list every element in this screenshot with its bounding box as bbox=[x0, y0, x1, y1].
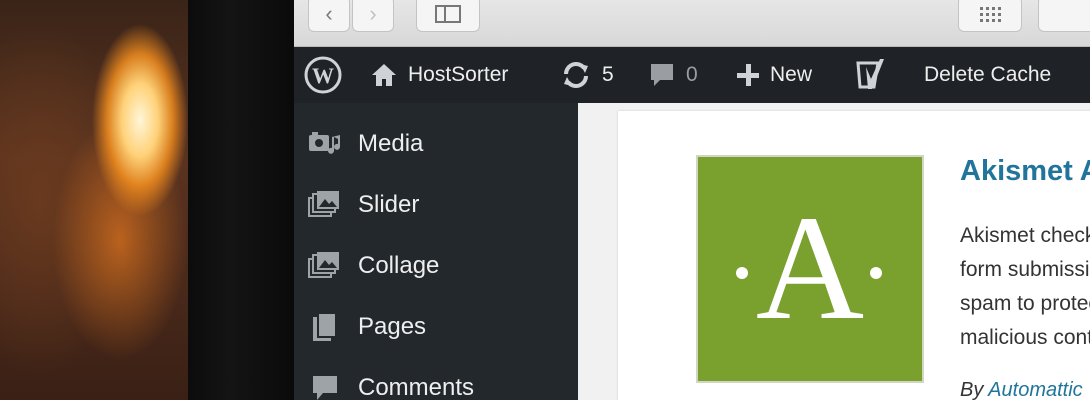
home-icon bbox=[372, 64, 396, 86]
author-link[interactable]: Automattic bbox=[988, 379, 1082, 400]
sidebar-toggle-button[interactable] bbox=[416, 0, 480, 32]
plugin-description: Akismet checks your comments and contact… bbox=[960, 219, 1090, 355]
wp-logo-button[interactable]: W bbox=[304, 47, 342, 103]
site-name-link[interactable]: HostSorter bbox=[370, 47, 508, 103]
sidebar-icon bbox=[435, 5, 461, 23]
menu-label-collage: Collage bbox=[358, 252, 440, 279]
plugin-logo[interactable]: A bbox=[696, 155, 924, 383]
media-icon bbox=[308, 127, 342, 161]
plugin-author: By Automattic bbox=[960, 379, 1083, 400]
plugin-card: A Akismet Anti-Spam Akismet checks your … bbox=[618, 111, 1090, 400]
chevron-left-icon: ‹ bbox=[325, 1, 333, 26]
comments-icon bbox=[308, 371, 342, 400]
comments-count: 0 bbox=[686, 63, 698, 86]
toolbar-button[interactable] bbox=[1038, 0, 1090, 32]
menu-item-media[interactable]: Media bbox=[294, 119, 578, 169]
menu-item-pages[interactable]: Pages bbox=[294, 302, 578, 352]
plugin-title[interactable]: Akismet Anti-Spam bbox=[960, 155, 1090, 188]
updates-count: 5 bbox=[602, 63, 614, 86]
yoast-seo-button[interactable] bbox=[854, 47, 888, 103]
plugin-description-line: spam to protect you and your site from bbox=[960, 292, 1090, 315]
browser-toolbar: ‹ › bbox=[294, 0, 1090, 47]
plugin-description-line: Akismet checks your comments and contact bbox=[960, 224, 1090, 247]
new-label: New bbox=[770, 63, 813, 86]
admin-menu: Media Slider Collage Pages Comments bbox=[294, 103, 578, 400]
delete-cache-button[interactable]: Delete Cache bbox=[924, 47, 1051, 103]
logo-dot-right bbox=[870, 267, 882, 279]
main-content: A Akismet Anti-Spam Akismet checks your … bbox=[578, 103, 1090, 400]
menu-item-comments[interactable]: Comments bbox=[294, 363, 578, 400]
menu-label-media: Media bbox=[358, 130, 424, 157]
grid-icon bbox=[979, 6, 1001, 22]
plugin-description-line: form submissions against our global data… bbox=[960, 258, 1090, 281]
new-content-button[interactable]: New bbox=[736, 47, 812, 103]
pages-icon bbox=[308, 310, 342, 344]
yoast-icon bbox=[856, 59, 884, 89]
comments-link[interactable]: 0 bbox=[648, 47, 698, 103]
menu-label-comments: Comments bbox=[358, 374, 475, 400]
tab-overview-button[interactable] bbox=[958, 0, 1022, 32]
site-name: HostSorter bbox=[408, 63, 509, 86]
delete-cache-label: Delete Cache bbox=[924, 63, 1052, 86]
menu-label-slider: Slider bbox=[358, 191, 420, 218]
comment-icon bbox=[651, 64, 673, 86]
updates-link[interactable]: 5 bbox=[560, 47, 614, 103]
forward-button[interactable]: › bbox=[352, 0, 394, 32]
logo-dot-left bbox=[736, 267, 748, 279]
chevron-right-icon: › bbox=[369, 1, 377, 26]
monitor-bezel bbox=[188, 0, 294, 400]
back-button[interactable]: ‹ bbox=[308, 0, 350, 32]
plus-icon bbox=[737, 64, 759, 86]
menu-item-slider[interactable]: Slider bbox=[294, 180, 578, 230]
refresh-icon bbox=[564, 62, 588, 88]
screen: ‹ › W HostSorter 5 0 New Delete Cache Me… bbox=[294, 0, 1090, 400]
plugin-logo-letter: A bbox=[755, 185, 865, 351]
background-photo bbox=[0, 0, 200, 400]
svg-text:W: W bbox=[312, 63, 334, 88]
wordpress-icon: W bbox=[304, 56, 342, 94]
menu-item-collage[interactable]: Collage bbox=[294, 241, 578, 291]
author-prefix: By bbox=[960, 379, 984, 400]
plugin-description-line: malicious content. bbox=[960, 326, 1090, 349]
slider-icon bbox=[308, 188, 342, 222]
menu-label-pages: Pages bbox=[358, 313, 427, 340]
wp-admin-bar: W HostSorter 5 0 New Delete Cache bbox=[294, 47, 1090, 103]
collage-icon bbox=[308, 249, 342, 283]
